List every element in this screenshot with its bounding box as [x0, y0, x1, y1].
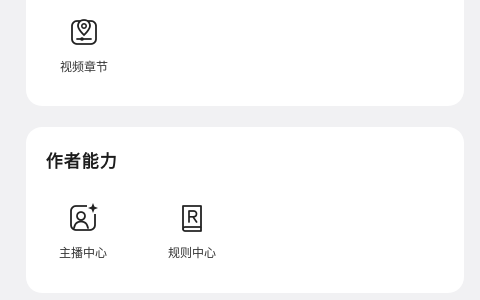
- video-chapters-button[interactable]: 视频章节: [48, 14, 120, 75]
- user-sparkle-icon: [70, 202, 99, 231]
- tools-card: 视频章节: [26, 0, 464, 106]
- video-chapters-label: 视频章节: [59, 60, 108, 74]
- creator-abilities-card: 作者能力 主播中心 规则中心: [26, 127, 464, 293]
- rules-book-icon: [182, 205, 202, 232]
- section-title: 作者能力: [46, 152, 118, 172]
- page: 视频章节 作者能力 主播中心 规则中心: [0, 0, 480, 300]
- anchor-center-label: 主播中心: [58, 246, 107, 260]
- rules-center-label: 规则中心: [167, 246, 216, 260]
- map-pin-video-icon: [71, 19, 97, 45]
- anchor-center-button[interactable]: 主播中心: [47, 200, 119, 261]
- rules-center-button[interactable]: 规则中心: [156, 200, 228, 261]
